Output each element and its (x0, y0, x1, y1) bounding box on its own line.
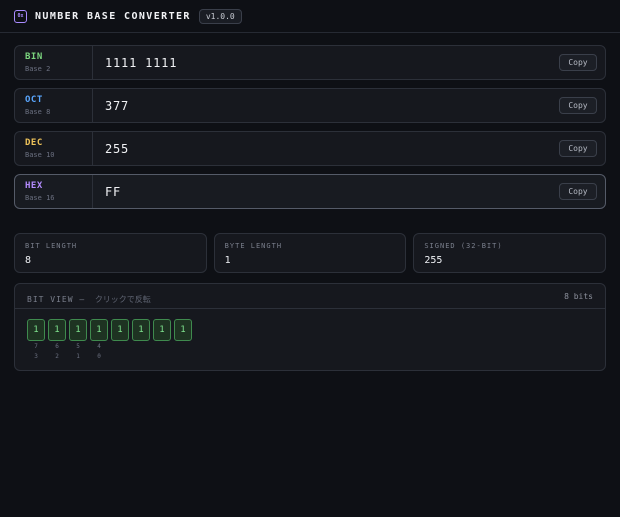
bit-column: 1 (132, 319, 150, 361)
bit-index: 6 (55, 343, 59, 350)
bit-index: 7 (34, 343, 38, 350)
bit-view-hint: クリックで反転 (94, 294, 151, 304)
copy-oct-button[interactable]: Copy (559, 97, 597, 114)
stat-signed: SIGNED (32-BIT) 255 (413, 233, 607, 273)
bit-index-alt: 2 (55, 353, 59, 360)
row-label: OCT Base 8 (15, 89, 93, 122)
stat-value: 255 (424, 255, 443, 266)
bit-index-alt: 0 (97, 353, 101, 360)
copy-bin-button[interactable]: Copy (559, 54, 597, 71)
bit-list: 1 7 3 1 6 2 1 5 1 1 4 0 1 1 1 1 (15, 309, 605, 361)
bit-column: 1 5 1 (69, 319, 87, 361)
bit-column: 1 (111, 319, 129, 361)
row-base: Base 2 (25, 65, 51, 73)
app-title: NUMBER BASE CONVERTER (35, 10, 191, 22)
row-name: DEC (25, 138, 43, 148)
bit-column: 1 (153, 319, 171, 361)
bit-view-header: BIT VIEW — クリックで反転 8 bits (15, 284, 605, 309)
row-label: BIN Base 2 (15, 46, 93, 79)
app-header: 0x NUMBER BASE CONVERTER v1.0.0 (0, 0, 620, 33)
stat-label: BIT LENGTH (25, 242, 78, 250)
row-name: HEX (25, 181, 43, 191)
bit-toggle[interactable]: 1 (153, 319, 171, 341)
bit-index-alt: 3 (34, 353, 38, 360)
logo-icon: 0x (14, 9, 27, 23)
copy-dec-button[interactable]: Copy (559, 140, 597, 157)
hex-value-input[interactable]: FF (93, 175, 559, 208)
row-oct: OCT Base 8 377 Copy (14, 88, 606, 123)
row-name: BIN (25, 52, 43, 62)
bin-value-input[interactable]: 1111 1111 (93, 46, 559, 79)
bit-index-alt: 1 (76, 353, 80, 360)
version-badge: v1.0.0 (198, 8, 242, 24)
bit-view-title: BIT VIEW — (27, 294, 86, 304)
row-bin: BIN Base 2 1111 1111 Copy (14, 45, 606, 80)
bit-count: 8 bits (564, 291, 593, 301)
row-base: Base 8 (25, 108, 51, 116)
stat-byte-length: BYTE LENGTH 1 (213, 233, 407, 273)
bit-column: 1 (174, 319, 192, 361)
row-base: Base 10 (25, 151, 55, 159)
stat-label: SIGNED (32-BIT) (424, 242, 503, 250)
row-dec: DEC Base 10 255 Copy (14, 131, 606, 166)
bit-toggle[interactable]: 1 (174, 319, 192, 341)
bit-index: 5 (76, 343, 80, 350)
dec-value-input[interactable]: 255 (93, 132, 559, 165)
bit-column: 1 7 3 (27, 319, 45, 361)
bit-toggle[interactable]: 1 (69, 319, 87, 341)
bit-column: 1 4 0 (90, 319, 108, 361)
base-rows: BIN Base 2 1111 1111 Copy OCT Base 8 377… (0, 33, 620, 209)
stats-panel: BIT LENGTH 8 BYTE LENGTH 1 SIGNED (32-BI… (0, 233, 620, 273)
bit-view-panel: BIT VIEW — クリックで反転 8 bits 1 7 3 1 6 2 1 … (14, 283, 606, 371)
bit-toggle[interactable]: 1 (132, 319, 150, 341)
stat-value: 1 (224, 255, 231, 266)
stat-value: 8 (25, 255, 32, 266)
bit-index: 4 (97, 343, 101, 350)
row-name: OCT (25, 95, 43, 105)
bit-toggle[interactable]: 1 (90, 319, 108, 341)
stat-bit-length: BIT LENGTH 8 (14, 233, 207, 273)
row-hex: HEX Base 16 FF Copy (14, 174, 606, 209)
bit-toggle[interactable]: 1 (48, 319, 66, 341)
oct-value-input[interactable]: 377 (93, 89, 559, 122)
row-label: HEX Base 16 (15, 175, 93, 208)
stat-label: BYTE LENGTH (224, 242, 283, 250)
copy-hex-button[interactable]: Copy (559, 183, 597, 200)
bit-toggle[interactable]: 1 (27, 319, 45, 341)
row-base: Base 16 (25, 194, 55, 202)
bit-toggle[interactable]: 1 (111, 319, 129, 341)
bit-view-heading: BIT VIEW — クリックで反転 (27, 287, 151, 306)
row-label: DEC Base 10 (15, 132, 93, 165)
bit-column: 1 6 2 (48, 319, 66, 361)
